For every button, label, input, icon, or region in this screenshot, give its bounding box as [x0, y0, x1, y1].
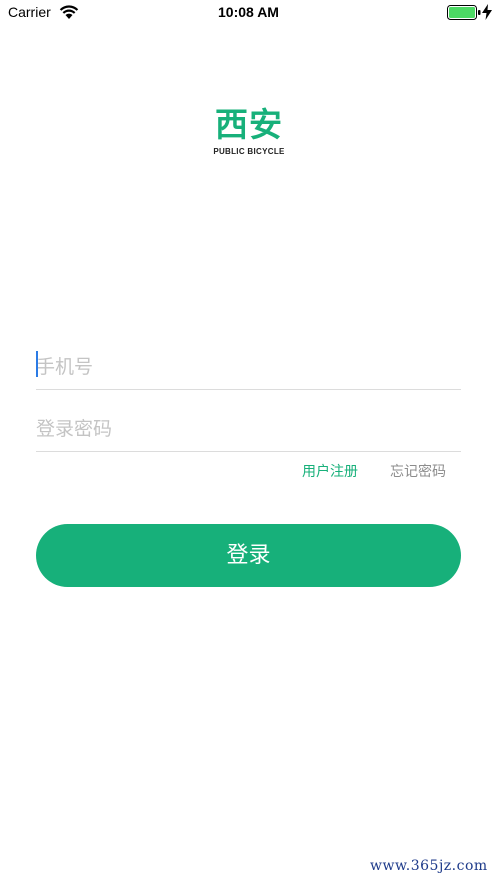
password-input[interactable] — [36, 407, 461, 451]
phone-input[interactable] — [36, 345, 461, 389]
register-link[interactable]: 用户注册 — [302, 461, 358, 481]
text-cursor — [36, 351, 38, 377]
login-screen: Carrier 10:08 AM 西安 PUBLIC BICYCLE 用户注册 … — [0, 0, 497, 883]
watermark-text: www.365jz.com — [370, 858, 488, 874]
phone-field-container — [36, 345, 461, 390]
logo-title: 西安 — [215, 105, 283, 144]
battery-full-icon — [447, 5, 481, 20]
status-time: 10:08 AM — [218, 4, 279, 20]
app-logo: 西安 PUBLIC BICYCLE — [202, 106, 296, 158]
logo-subtitle: PUBLIC BICYCLE — [213, 147, 285, 156]
password-field-container — [36, 407, 461, 452]
login-button[interactable]: 登录 — [36, 524, 461, 587]
forgot-password-link[interactable]: 忘记密码 — [390, 461, 446, 481]
charging-bolt-icon — [482, 4, 492, 20]
status-bar: Carrier 10:08 AM — [0, 0, 497, 26]
